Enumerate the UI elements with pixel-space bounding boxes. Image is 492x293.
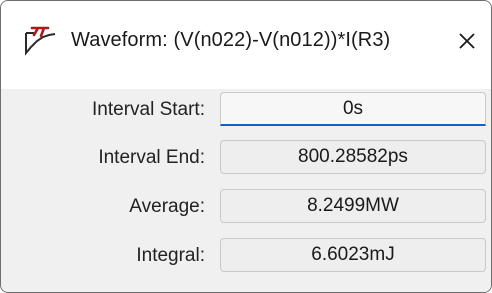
interval-start-row: Interval Start: 0s [1,92,491,128]
close-button[interactable] [449,23,485,59]
window-title: Waveform: (V(n022)-V(n012))*I(R3) [71,29,391,51]
close-icon [459,33,475,49]
title-bar[interactable]: Waveform: (V(n022)-V(n012))*I(R3) [1,1,491,89]
integral-field[interactable]: 6.6023mJ [220,238,486,272]
integral-row: Integral: 6.6023mJ [1,238,491,274]
dialog-body: Interval Start: 0s Interval End: 800.285… [1,89,491,292]
average-field[interactable]: 8.2499MW [220,189,486,223]
average-row: Average: 8.2499MW [1,189,491,225]
waveform-dialog: Waveform: (V(n022)-V(n012))*I(R3) Interv… [0,0,492,293]
interval-start-field[interactable]: 0s [220,92,486,126]
integral-label: Integral: [136,245,205,266]
interval-start-label: Interval Start: [92,99,205,120]
interval-end-label: Interval End: [98,147,205,168]
interval-end-field[interactable]: 800.28582ps [220,140,486,174]
ltspice-logo-icon [23,23,57,57]
interval-end-row: Interval End: 800.28582ps [1,140,491,176]
average-label: Average: [129,196,205,217]
